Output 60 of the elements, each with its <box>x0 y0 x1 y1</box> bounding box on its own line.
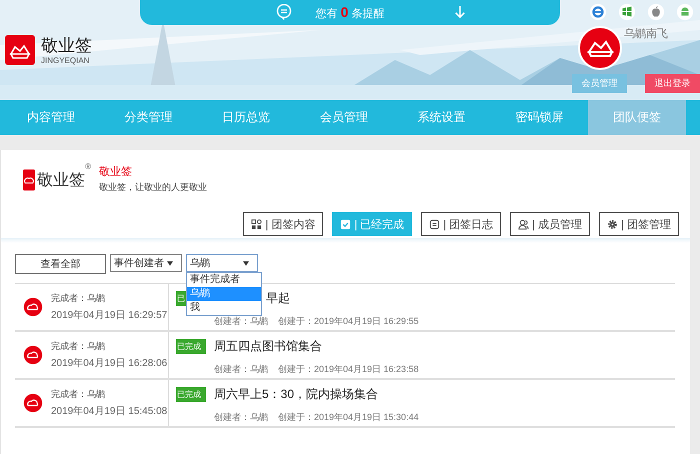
brand-subtitle: JINGYEQIAN <box>41 56 90 64</box>
apple-icon[interactable] <box>647 3 665 21</box>
gear-icon <box>607 218 618 230</box>
team-slogan: 敬业签，让敬业的人更敬业 <box>99 181 207 194</box>
completed-time: 2019年04月19日 16:28:06 <box>51 357 168 370</box>
select-field[interactable]: 事件创建者 <box>110 254 182 272</box>
note-icon <box>429 218 440 230</box>
action-button[interactable]: | 团签管理 <box>599 212 679 236</box>
created-time: 创建于：2019年04月19日 15:30:44 <box>278 411 419 424</box>
checkbox-icon <box>340 218 352 230</box>
grid-icon <box>251 218 262 230</box>
logo-icon <box>5 35 35 65</box>
status-badge: 已完成 <box>176 338 206 354</box>
creator-text: 创建者：乌鹕 <box>214 363 268 376</box>
ie-icon[interactable] <box>589 3 607 21</box>
notification-bar[interactable]: 您有 0 条提醒 <box>140 0 560 25</box>
created-time: 创建于：2019年04月19日 16:23:58 <box>278 363 419 376</box>
avatar-icon <box>23 393 43 413</box>
creator-text: 创建者：乌鹕 <box>214 411 268 424</box>
header-button[interactable]: 会员管理 <box>572 74 627 93</box>
nav-tab[interactable]: 会员管理 <box>295 100 393 135</box>
action-button[interactable]: | 团签日志 <box>421 212 502 236</box>
creator-text: 创建者：乌鹕 <box>214 315 268 328</box>
completed-time: 2019年04月19日 16:29:57 <box>51 309 168 322</box>
status-badge: 已完成 <box>176 386 206 402</box>
nav-tab[interactable]: 团队便签 <box>588 100 686 135</box>
nav-tab[interactable]: 内容管理 <box>2 100 100 135</box>
avatar-icon <box>23 345 43 365</box>
avatar-icon[interactable] <box>578 26 622 70</box>
windows-icon[interactable] <box>618 3 636 21</box>
completer-text: 完成者：乌鹕 <box>51 340 106 353</box>
dropdown-option[interactable]: 乌鹕 <box>187 287 261 301</box>
people-icon <box>518 218 530 230</box>
caret-icon <box>167 261 173 266</box>
view-all-button[interactable]: 查看全部 <box>15 254 106 274</box>
chat-icon <box>276 4 292 20</box>
completer-text: 完成者：乌鹕 <box>51 388 106 401</box>
action-button[interactable]: | 成员管理 <box>510 212 590 236</box>
action-button[interactable]: | 团签内容 <box>243 212 324 236</box>
nav-tab[interactable]: 分类管理 <box>100 100 198 135</box>
brand-name: 敬业签 <box>41 36 92 56</box>
android-icon[interactable] <box>676 3 694 21</box>
down-arrow-icon[interactable] <box>454 5 466 19</box>
entry-title: 周五四点图书馆集合 <box>214 338 322 354</box>
completer-text: 完成者：乌鹕 <box>51 292 106 305</box>
nav-tab[interactable]: 系统设置 <box>392 100 490 135</box>
user-name: 乌鹕南飞 <box>624 27 668 41</box>
team-title[interactable]: 敬业签 <box>99 164 207 179</box>
entry-title: 周六早上5：30，院内操场集合 <box>214 386 378 402</box>
action-button[interactable]: | 已经完成 <box>332 212 412 236</box>
avatar-icon <box>23 297 43 317</box>
notification-text: 您有 0 条提醒 <box>316 4 384 21</box>
nav-tab[interactable]: 密码锁屏 <box>490 100 588 135</box>
dropdown-option[interactable]: 事件完成者 <box>187 273 261 287</box>
nav-tab[interactable]: 日历总览 <box>197 100 296 135</box>
header-button[interactable]: 退出登录 <box>645 74 700 93</box>
completed-time: 2019年04月19日 15:45:08 <box>51 405 168 418</box>
entry-title: 早起 <box>266 290 290 306</box>
caret-icon <box>243 261 249 266</box>
created-time: 创建于：2019年04月19日 16:29:55 <box>278 315 419 328</box>
